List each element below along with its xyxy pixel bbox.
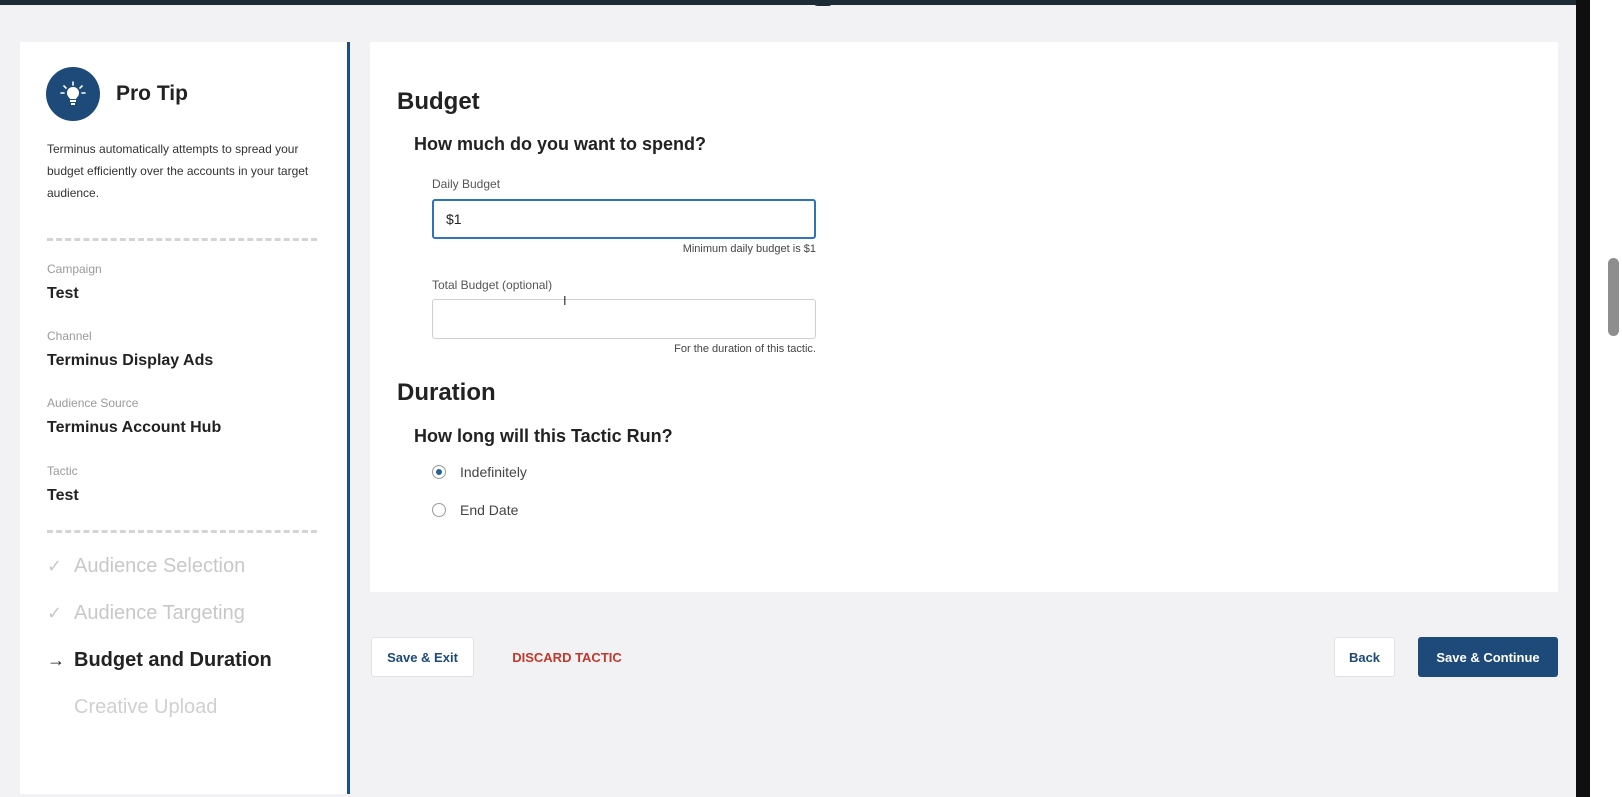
budget-heading: Budget xyxy=(397,88,480,115)
check-icon: ✓ xyxy=(47,556,63,576)
top-bar-knob xyxy=(812,0,834,6)
meta-label: Channel xyxy=(47,329,92,343)
save-exit-button[interactable]: Save & Exit xyxy=(371,637,474,677)
arrow-right-icon: → xyxy=(47,650,65,670)
radio-selected-icon[interactable] xyxy=(432,465,446,479)
meta-value: Test xyxy=(47,285,79,302)
radio-end-date[interactable]: End Date xyxy=(432,502,518,518)
meta-label: Campaign xyxy=(47,262,102,276)
total-budget-hint: For the duration of this tactic. xyxy=(674,343,816,355)
meta-value: Test xyxy=(47,487,79,504)
budget-question: How much do you want to spend? xyxy=(414,134,706,154)
step-budget-and-duration[interactable]: → Budget and Duration xyxy=(47,649,272,672)
pro-tip-header: Pro Tip xyxy=(46,67,188,121)
meta-label: Tactic xyxy=(47,464,78,478)
meta-tactic: Tactic Test xyxy=(47,464,79,505)
meta-value: Terminus Account Hub xyxy=(47,419,222,436)
daily-budget-hint: Minimum daily budget is $1 xyxy=(682,243,816,255)
save-continue-button[interactable]: Save & Continue xyxy=(1418,637,1558,677)
scrollbar-thumb[interactable] xyxy=(1608,258,1619,336)
check-icon: ✓ xyxy=(47,603,63,623)
window-frame xyxy=(1576,0,1622,797)
radio-label: End Date xyxy=(460,502,519,518)
step-label: Audience Selection xyxy=(74,555,246,577)
pro-tip-title: Pro Tip xyxy=(116,82,188,105)
duration-heading: Duration xyxy=(397,379,496,406)
total-budget-label: Total Budget (optional) xyxy=(432,278,553,292)
meta-campaign: Campaign Test xyxy=(47,262,102,303)
radio-label: Indefinitely xyxy=(460,464,527,480)
total-budget-input[interactable] xyxy=(432,299,816,339)
discard-tactic-button[interactable]: DISCARD TACTIC xyxy=(502,637,632,677)
sidebar: Pro Tip Terminus automatically attempts … xyxy=(20,42,350,794)
meta-audience-source: Audience Source Terminus Account Hub xyxy=(47,396,221,437)
step-label: Creative Upload xyxy=(74,696,218,718)
meta-value: Terminus Display Ads xyxy=(47,352,214,369)
lightbulb-icon xyxy=(46,67,100,121)
pro-tip-text: Terminus automatically attempts to sprea… xyxy=(47,142,309,200)
duration-question: How long will this Tactic Run? xyxy=(414,426,673,446)
text-cursor-icon: Ι xyxy=(563,293,567,308)
step-audience-targeting[interactable]: ✓ Audience Targeting xyxy=(47,602,245,625)
window-edge xyxy=(1576,0,1590,797)
step-label: Audience Targeting xyxy=(74,602,245,624)
divider xyxy=(47,238,317,241)
radio-indefinitely[interactable]: Indefinitely xyxy=(432,464,527,480)
daily-budget-input[interactable] xyxy=(432,199,816,239)
radio-unselected-icon[interactable] xyxy=(432,503,446,517)
back-button[interactable]: Back xyxy=(1334,637,1395,677)
step-creative-upload[interactable]: Creative Upload xyxy=(47,696,217,719)
step-audience-selection[interactable]: ✓ Audience Selection xyxy=(47,555,245,578)
divider xyxy=(47,530,317,533)
step-label: Budget and Duration xyxy=(74,649,272,671)
budget-duration-card: Budget How much do you want to spend? Da… xyxy=(370,42,1558,592)
top-bar xyxy=(0,0,1576,6)
meta-label: Audience Source xyxy=(47,396,139,410)
meta-channel: Channel Terminus Display Ads xyxy=(47,329,213,370)
daily-budget-label: Daily Budget xyxy=(432,177,501,191)
